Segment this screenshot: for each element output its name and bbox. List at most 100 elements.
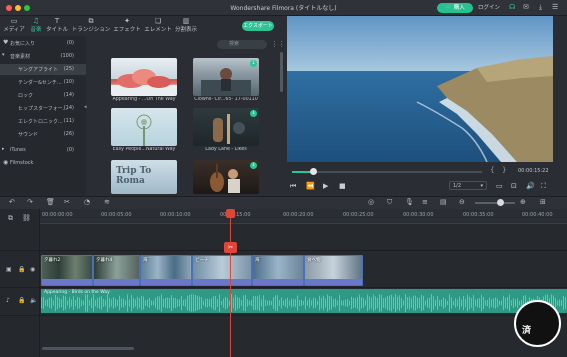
play-icon[interactable]: ▶ [323,182,328,190]
timeline-scrollbar[interactable] [42,347,134,350]
media-item-thumbnail[interactable]: Trip To Roma [111,160,177,194]
media-item-thumbnail[interactable] [111,108,177,146]
download-icon[interactable]: ↓ [250,110,257,117]
sidebar-item-tender[interactable]: テンダー&センチ... (10) [0,77,86,88]
microphone-icon[interactable]: 🎙 [405,198,414,206]
media-item-thumbnail[interactable]: ↓ [193,160,259,194]
video-clip[interactable]: 海 [140,255,192,286]
menu-icon[interactable]: ☰ [552,3,558,11]
waveform-bar [157,296,158,310]
notification-icon[interactable]: ✉ [523,3,529,11]
sidebar-item-young-bright[interactable]: ヤングアブライト (25) [0,64,86,75]
lock-icon[interactable]: 🔒 [18,266,25,273]
library-scrollbar[interactable] [280,52,283,92]
search-input[interactable]: 検索 [217,40,267,49]
buy-button[interactable]: 🛒 購入 [437,3,473,13]
video-clip[interactable]: ビーチ [192,255,252,286]
sidebar-item-hipster-folk[interactable]: ヒップスターフォー... (14) [0,103,86,114]
tab-split-screen[interactable]: ▥ 分割表示 [174,17,198,33]
voiceover-icon[interactable]: ▤ [440,198,447,206]
zoom-slider-track[interactable] [475,202,515,204]
zoom-out-icon[interactable]: ⊖ [459,198,465,206]
download-icon[interactable]: ⤓ [539,3,542,12]
render-preview-icon[interactable]: ▭ [496,182,503,190]
scissors-icon[interactable]: ✂ [224,242,237,253]
tab-transitions[interactable]: ⧉ トランジション [71,17,111,33]
waveform-bar [373,294,374,312]
mark-out-icon[interactable]: } [502,166,506,174]
mark-in-icon[interactable]: { [490,166,494,174]
video-clip[interactable]: 夕暮れ4 [93,255,140,286]
waveform-bar [233,297,234,309]
speaker-icon[interactable]: 🔈 [30,297,37,304]
headset-icon[interactable]: ☊ [509,3,515,11]
add-track-icon[interactable]: ⧉ [8,214,13,223]
tab-titles[interactable]: T タイトル [46,17,68,33]
sidebar-item-sound[interactable]: サウンド (26) [0,129,86,140]
zoom-slider-knob[interactable] [497,199,504,206]
login-button[interactable]: ログイン [478,3,500,11]
tab-elements[interactable]: ❏ エレメント [143,17,173,33]
volume-icon[interactable]: 🔊 [526,182,535,190]
collapse-sidebar-handle[interactable]: ◂ [84,104,87,114]
waveform-bar [141,295,142,311]
eye-icon[interactable]: ◉ [30,266,35,273]
lock-icon[interactable]: 🔒 [18,297,25,304]
sidebar-item-itunes[interactable]: ▸ iTunes (0) [0,145,86,156]
cut-icon[interactable]: ✂ [64,198,70,206]
fullscreen-icon[interactable]: ⛶ [541,182,546,191]
split-screen-icon: ▥ [182,17,190,25]
video-clip[interactable]: 夕暮れ2 [41,255,93,286]
sidebar-item-music-assets[interactable]: ▾ 音楽素材 (100) [0,51,86,62]
render-icon[interactable]: ◎ [368,198,374,206]
marker-icon[interactable]: ⛉ [387,198,392,207]
sidebar-item-electronic[interactable]: エレクトロニック... (11) [0,116,86,127]
fit-timeline-icon[interactable]: ⊞ [540,198,546,206]
preview-progress-track[interactable] [292,171,482,173]
speed-icon[interactable]: ◔ [84,198,90,206]
mixer-icon[interactable]: ≡ [422,198,428,206]
sidebar-item-rock[interactable]: ロック (14) [0,90,86,101]
redo-icon[interactable]: ↷ [27,198,33,206]
tab-effects[interactable]: ✦ エフェクト [113,17,141,33]
waveform-bar [287,297,288,309]
grid-view-icon[interactable]: ⋮⋮ [271,40,285,48]
link-icon[interactable]: ⛓ [22,214,31,222]
waveform-bar [83,300,84,306]
tab-music[interactable]: ♫ 音楽 [28,17,44,33]
download-icon[interactable]: ↓ [250,60,257,67]
preview-timecode: 00:00:15:22 [518,168,549,174]
waveform-bar [443,297,444,309]
video-clip[interactable]: 海 [252,255,304,286]
download-icon[interactable]: ↓ [250,162,257,169]
snapshot-icon[interactable]: ⊡ [511,182,517,190]
delete-icon[interactable]: 🗑 [46,198,55,206]
chevron-down-icon: ▾ [480,183,483,189]
waveform-bar [335,298,336,308]
media-item-thumbnail[interactable] [111,58,177,96]
video-clip[interactable]: 食べ物 [304,255,363,286]
undo-icon[interactable]: ↶ [9,198,15,206]
waveform-bar [279,299,280,307]
sidebar-item-favorites[interactable]: ♥ お気に入り (0) [0,38,86,49]
audio-adjust-icon[interactable]: ≋ [104,198,110,206]
playback-quality-select[interactable]: 1/2 ▾ [449,181,487,190]
stop-icon[interactable]: ■ [339,182,346,190]
preview-progress-knob[interactable] [309,168,317,175]
waveform-bar [285,299,286,307]
previous-frame-icon[interactable]: ⏮ [290,182,296,191]
waveform-bar [243,295,244,311]
tab-media[interactable]: ▭ メディア [2,17,26,33]
step-back-icon[interactable]: ⏪ [306,182,315,190]
sidebar-item-filmstock[interactable]: ◉ Filmstock [0,158,86,169]
waveform-bar [337,300,338,306]
zoom-in-icon[interactable]: ⊕ [520,198,526,206]
audio-clip[interactable]: Appearing - Birds on the Way [41,289,567,313]
playhead-handle[interactable] [226,209,235,218]
media-item-thumbnail[interactable]: ↓ [193,108,259,146]
waveform-bar [311,300,312,306]
clip-audio-band [94,279,139,285]
export-button[interactable]: エクスポート [242,21,274,31]
media-item-thumbnail[interactable]: ↓ [193,58,259,96]
waveform-bar [507,297,508,309]
